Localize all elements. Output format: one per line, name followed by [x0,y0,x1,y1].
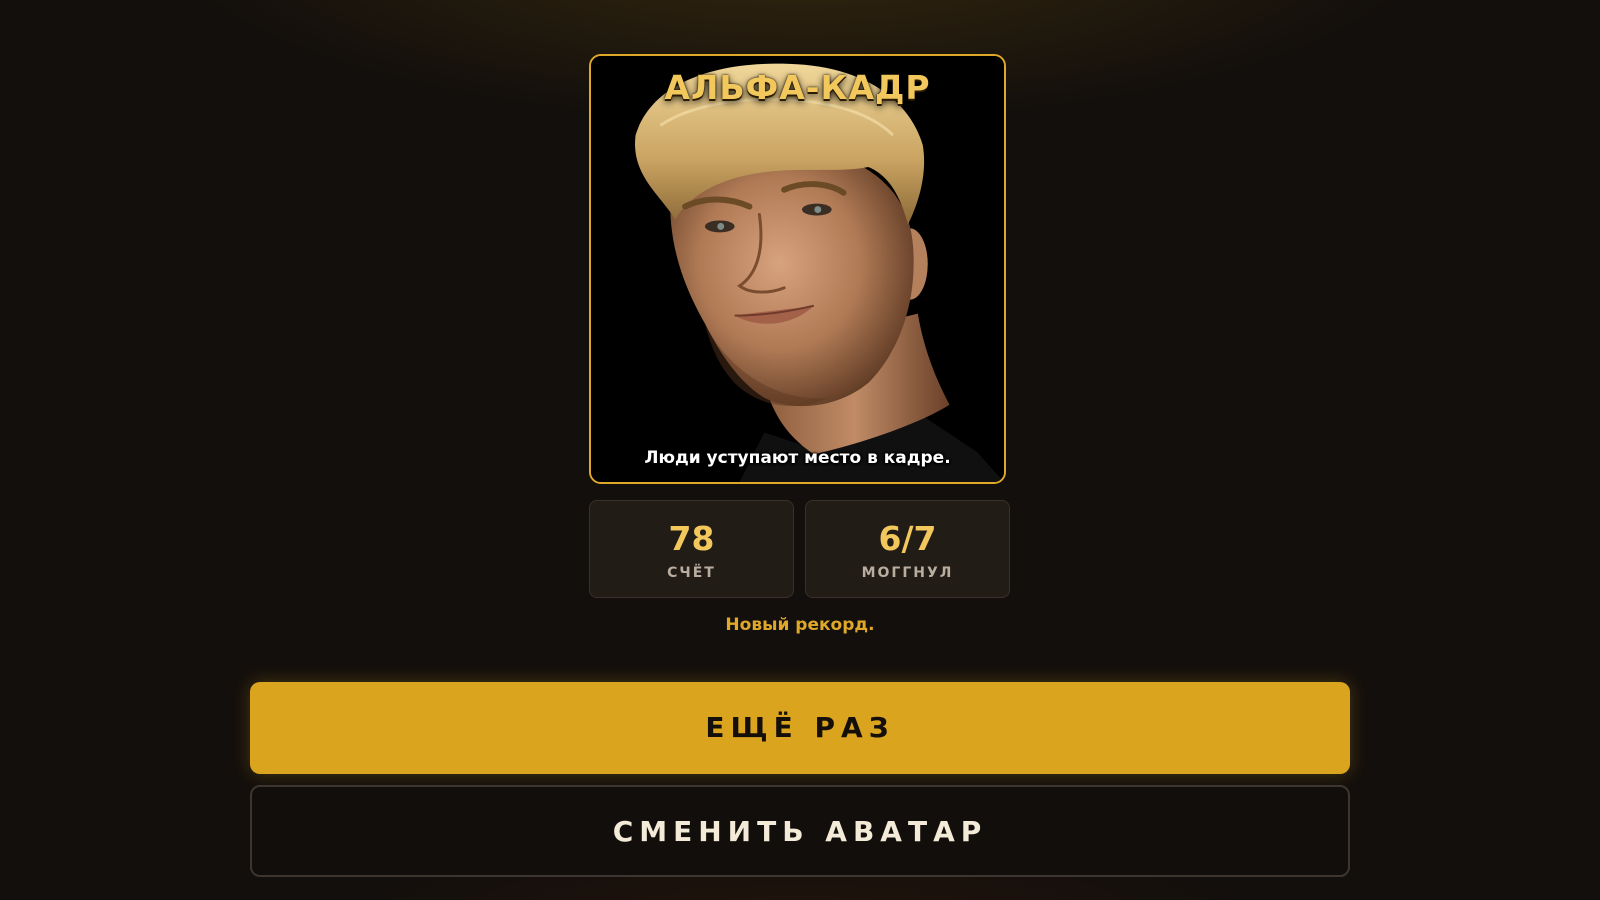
card-caption: Люди уступают место в кадре. [644,448,951,468]
blink-label: МОГГНУЛ [861,565,954,581]
card-title: АЛЬФА-КАДР [664,68,931,107]
result-screen: АЛЬФА-КАДР Люди уступают место в кадре. … [0,0,1600,900]
avatar-card: АЛЬФА-КАДР Люди уступают место в кадре. [589,54,1006,484]
score-label: СЧЁТ [667,565,716,581]
new-record-message: Новый рекорд. [725,615,875,635]
score-stat: 78 СЧЁТ [589,500,794,598]
retry-button[interactable]: ЕЩЁ РАЗ [250,682,1350,774]
blink-value: 6/7 [878,519,937,558]
blink-stat: 6/7 МОГГНУЛ [805,500,1010,598]
avatar-portrait [591,56,1004,482]
score-value: 78 [668,519,715,558]
change-avatar-button[interactable]: СМЕНИТЬ АВАТАР [250,785,1350,877]
